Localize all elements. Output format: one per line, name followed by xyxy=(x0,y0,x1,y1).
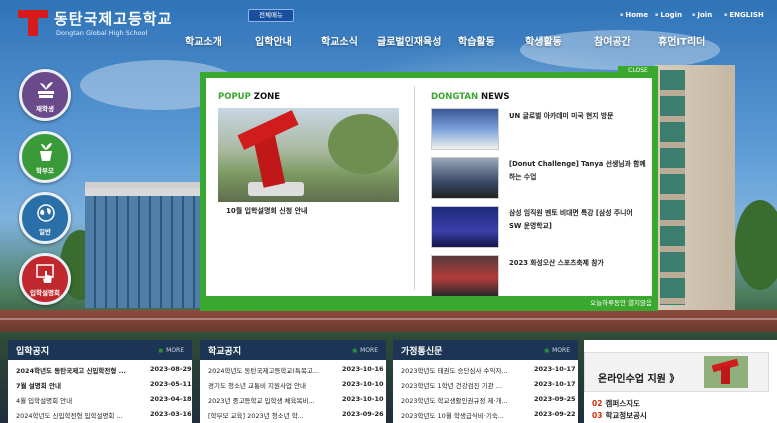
school-logo[interactable]: 동탄국제고등학교 Dongtan Global High School xyxy=(18,8,178,40)
board-more-link[interactable]: MORE xyxy=(158,347,184,354)
tree xyxy=(735,200,777,290)
board-more-link[interactable]: MORE xyxy=(352,347,378,354)
news-thumbnail[interactable] xyxy=(431,255,499,297)
school-name: 동탄국제고등학교 xyxy=(54,10,173,28)
util-home[interactable]: Home xyxy=(620,11,648,19)
board-row-title[interactable]: 7월 설명회 안내 xyxy=(16,380,61,390)
popup-divider xyxy=(414,86,415,290)
quick-link-campus-map[interactable]: 02 캠퍼스지도 xyxy=(592,398,640,409)
news-item[interactable]: 삼성 임직원 멘토 비대면 특강 [삼성 주니어 SW 운영학교] xyxy=(509,207,647,233)
side-menu-students[interactable]: 재학생 xyxy=(19,69,71,121)
board-row-date: 2023-10-17 xyxy=(534,380,576,388)
books-icon xyxy=(38,82,54,98)
board-row-date: 2023-09-25 xyxy=(534,395,576,403)
gnb-item-news[interactable]: 학교소식 xyxy=(321,33,358,48)
gnb-item-intro[interactable]: 학교소개 xyxy=(185,33,222,48)
gnb-item-participation[interactable]: 참여공간 xyxy=(594,33,631,48)
side-menu-label: 입학설명회 xyxy=(30,289,60,297)
board-row-date: 2023-09-22 xyxy=(534,410,576,418)
track-line xyxy=(0,318,777,320)
gnb-item-global[interactable]: 글로벌인재육성 xyxy=(377,33,441,48)
online-class-panel: 온라인수업 지원 》 02 캠퍼스지도 03 학교정보공시 xyxy=(584,340,777,423)
globe-icon xyxy=(37,204,55,222)
news-thumbnail[interactable] xyxy=(431,108,499,150)
building-right-windows xyxy=(660,70,685,305)
news-item[interactable]: 2023 화성오산 스포츠축제 참가 xyxy=(509,257,647,270)
plant-pot-icon xyxy=(40,143,52,161)
popup-zone-title: POPUP ZONE xyxy=(218,92,281,102)
popup-close-button[interactable]: CLOSE xyxy=(618,66,658,75)
gnb-item-human-it[interactable]: 휴먼IT리더 xyxy=(658,33,705,48)
side-menu-parents[interactable]: 학부모 xyxy=(19,131,71,183)
gnb-item-study[interactable]: 학습활동 xyxy=(458,33,495,48)
board-title: 학교공지 xyxy=(208,347,242,357)
board-row-title[interactable]: [학부모 교육] 2023년 청소년 학... xyxy=(208,410,304,420)
board-row-date: 2023-10-16 xyxy=(342,365,384,373)
board-row-title[interactable]: 2023학년도 10월 학생급식비·기숙... xyxy=(401,410,504,420)
board-row-date: 2023-04-18 xyxy=(150,395,192,403)
board-row-date: 2023-10-10 xyxy=(342,380,384,388)
touch-screen-icon xyxy=(36,264,54,283)
board-header: 입학공지 MORE xyxy=(8,340,192,360)
util-login[interactable]: Login xyxy=(655,11,682,19)
board-row-title[interactable]: 2024학년도 동탄국제고 신입학전형 ... xyxy=(16,365,126,375)
util-english[interactable]: ENGLISH xyxy=(724,11,763,19)
board-row-title[interactable]: 2024학년도 동탄국제고등학교(특목고... xyxy=(208,365,319,375)
board-row-date: 2023-03-16 xyxy=(150,410,192,418)
school-name-en: Dongtan Global High School xyxy=(56,29,148,37)
popup-zone-caption[interactable]: 10월 입학설명회 신청 안내 xyxy=(226,206,307,216)
quick-link-school-info[interactable]: 03 학교정보공시 xyxy=(592,410,647,421)
board-row-title[interactable]: 2023학년도 1학년 건강검진 기관 ... xyxy=(401,380,502,390)
board-row-date: 2023-05-11 xyxy=(150,380,192,388)
popup-dont-show-today[interactable]: 오늘하루동안 열지않음 xyxy=(200,296,658,311)
logo-mark-icon xyxy=(18,8,48,38)
news-item[interactable]: UN 글로벌 아카데미 미국 현지 방문 xyxy=(509,110,647,123)
board-row-title[interactable]: 2023학년도 태권도 승단심사 수익자... xyxy=(401,365,508,375)
board-title: 가정통신문 xyxy=(401,347,443,357)
board-title: 입학공지 xyxy=(16,347,50,357)
news-thumbnail[interactable] xyxy=(431,157,499,199)
gnb-item-admission[interactable]: 입학안내 xyxy=(255,33,292,48)
gnb-item-student[interactable]: 학생활동 xyxy=(525,33,562,48)
board-row-date: 2023-09-26 xyxy=(342,410,384,418)
board-home-letter: 가정통신문 MORE 2023학년도 태권도 승단심사 수익자... 2023-… xyxy=(393,340,578,423)
board-more-link[interactable]: MORE xyxy=(544,347,570,354)
running-track xyxy=(0,310,777,332)
board-header: 가정통신문 MORE xyxy=(393,340,578,360)
board-row-title[interactable]: 2023학년도 학교생활인권규정 제·개... xyxy=(401,395,508,405)
dongtan-news-title: DONGTAN NEWS xyxy=(431,92,510,102)
util-join[interactable]: Join xyxy=(692,11,712,19)
all-menu-button[interactable]: 전체메뉴 xyxy=(248,9,294,22)
board-row-date: 2023-10-17 xyxy=(534,365,576,373)
board-row-title[interactable]: 2023년 중고등학교 입학생 체육복비... xyxy=(208,395,315,405)
board-row-date: 2023-08-29 xyxy=(150,365,192,373)
side-menu-label: 일반 xyxy=(39,228,51,236)
board-header: 학교공지 MORE xyxy=(200,340,386,360)
building-left xyxy=(85,188,200,308)
board-school-notice: 학교공지 MORE 2024학년도 동탄국제고등학교(특목고... 2023-1… xyxy=(200,340,386,423)
board-row-title[interactable]: 경기도 청소년 교통비 지원사업 안내 xyxy=(208,380,306,390)
popup-zone-image[interactable] xyxy=(218,108,399,202)
side-menu-label: 학부모 xyxy=(36,167,54,175)
news-item[interactable]: [Donut Challenge] Tanya 선생님과 함께 하는 수업 xyxy=(509,158,647,184)
online-class-banner-text[interactable]: 온라인수업 지원 》 xyxy=(598,370,679,385)
board-row-date: 2023-10-10 xyxy=(342,395,384,403)
side-menu-admission-session[interactable]: 입학설명회 xyxy=(19,253,71,305)
school-sculpture-icon xyxy=(704,356,748,388)
board-row-title[interactable]: 4월 입학설명회 안내 xyxy=(16,395,72,405)
side-menu-label: 재학생 xyxy=(36,105,54,113)
board-admission-notice: 입학공지 MORE 2024학년도 동탄국제고 신입학전형 ... 2023-0… xyxy=(8,340,192,423)
news-thumbnail[interactable] xyxy=(431,206,499,248)
side-menu-general[interactable]: 일반 xyxy=(19,192,71,244)
board-row-title[interactable]: 2024학년도 신입학전형 입학설명회 ... xyxy=(16,410,123,420)
